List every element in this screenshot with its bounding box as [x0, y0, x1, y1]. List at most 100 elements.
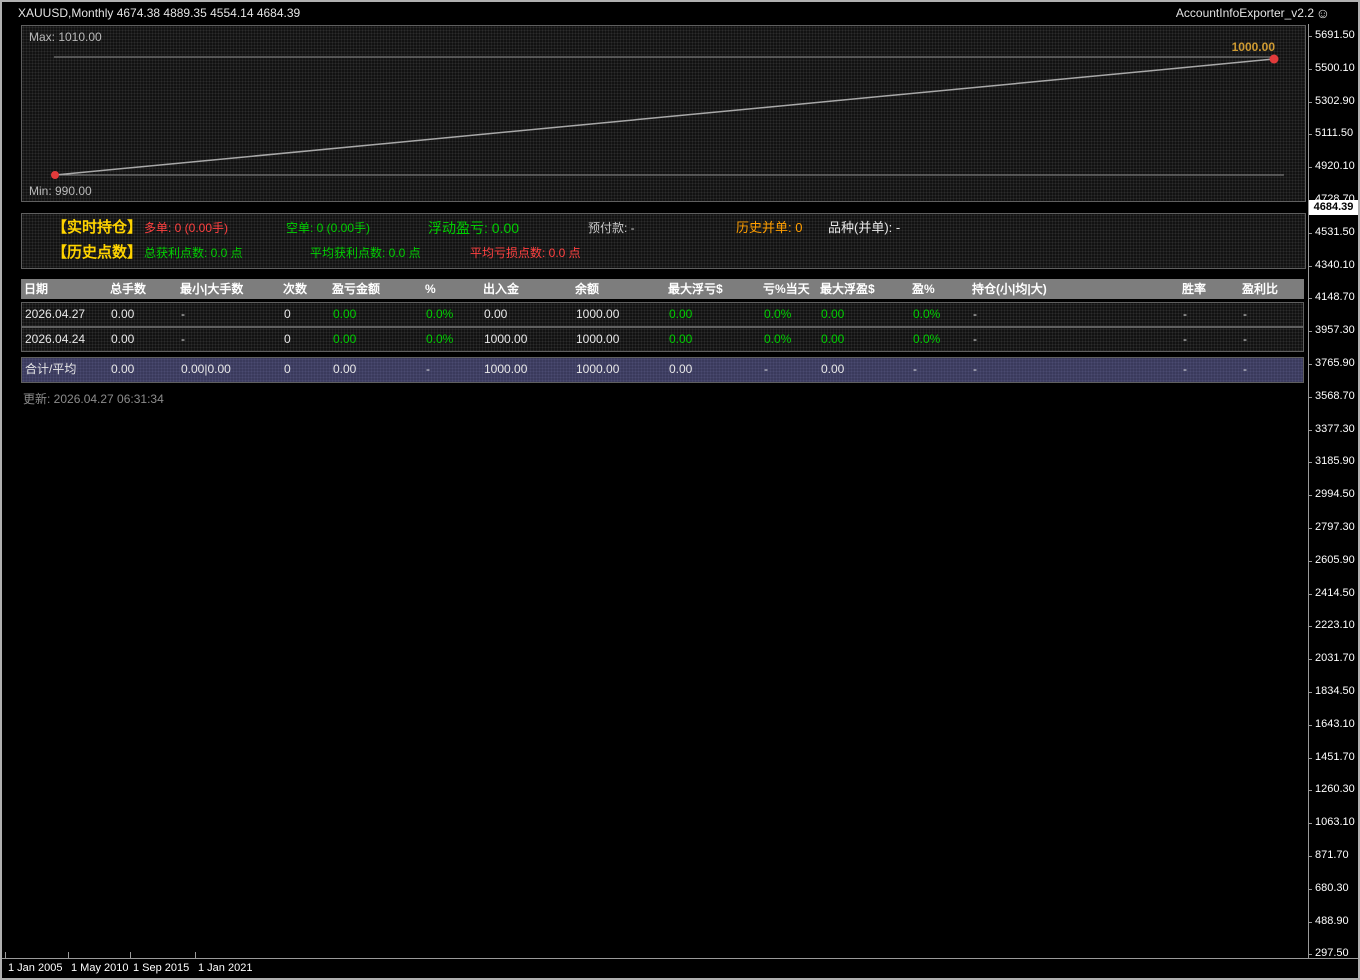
- price-axis-tick: [1308, 298, 1312, 299]
- row1-pnl-pct: 0.0%: [426, 303, 484, 326]
- total-win-rate: -: [1183, 358, 1243, 382]
- total-balance: 1000.00: [576, 358, 669, 382]
- row1-max-float-profit: 0.00: [821, 303, 913, 326]
- price-axis-tick: [1308, 364, 1312, 365]
- price-axis-tick: [1308, 69, 1312, 70]
- price-axis-tick: [1308, 36, 1312, 37]
- price-axis-tick: [1308, 102, 1312, 103]
- total-count: 0: [284, 358, 333, 382]
- header-count: 次数: [283, 279, 332, 299]
- price-axis-tick: [1308, 856, 1312, 857]
- header-pnl-amount: 盈亏金额: [332, 279, 425, 299]
- price-axis-tick: [1308, 594, 1312, 595]
- price-axis-label: 5111.50: [1315, 127, 1353, 140]
- row1-win-rate: -: [1183, 303, 1243, 326]
- account-info-panel: 【实时持仓】多单: 0 (0.00手)空单: 0 (0.00手)浮动盈亏: 0.…: [21, 213, 1306, 269]
- row1-pnl-amount: 0.00: [333, 303, 426, 326]
- price-axis-label: 680.30: [1315, 882, 1349, 895]
- price-axis-tick: [1308, 233, 1312, 234]
- price-axis-label: 2031.70: [1315, 652, 1355, 665]
- total-total-lots: 0.00: [111, 358, 181, 382]
- price-axis-tick: [1308, 922, 1312, 923]
- price-axis-label: 5302.90: [1315, 95, 1355, 108]
- header-profit-pct: 盈%: [912, 279, 972, 299]
- smiley-icon: ☺: [1316, 5, 1330, 21]
- time-axis-label: 1 Sep 2015: [133, 962, 189, 974]
- time-axis-label: 1 Jan 2021: [198, 962, 252, 974]
- price-axis-tick: [1308, 430, 1312, 431]
- price-axis-tick: [1308, 528, 1312, 529]
- update-timestamp: 更新: 2026.04.27 06:31:34: [23, 390, 164, 407]
- title-bar: XAUUSD,Monthly 4674.38 4889.35 4554.14 4…: [2, 2, 1358, 24]
- row2-max-float-loss: 0.00: [669, 328, 764, 351]
- price-axis-label: 1834.50: [1315, 685, 1355, 698]
- row1-profit-ratio: -: [1243, 303, 1303, 326]
- history-points-label: 【历史点数】: [52, 241, 142, 265]
- floating-pnl-value: 浮动盈亏: 0.00: [428, 216, 519, 240]
- price-axis-label: 1451.70: [1315, 751, 1355, 764]
- price-axis-label: 2797.30: [1315, 521, 1355, 534]
- row2-pnl-pct: 0.0%: [426, 328, 484, 351]
- header-max-float-profit: 最大浮盈$: [820, 279, 912, 299]
- row2-max-float-profit: 0.00: [821, 328, 913, 351]
- price-axis-label: 2223.10: [1315, 619, 1355, 632]
- header-profit-ratio: 盈利比: [1242, 279, 1302, 299]
- row1-date: 2026.04.27: [25, 303, 111, 326]
- price-axis-label: 4148.70: [1315, 291, 1355, 304]
- price-axis-label: 2994.50: [1315, 488, 1355, 501]
- row2-date: 2026.04.24: [25, 328, 111, 351]
- total-max-float-loss: 0.00: [669, 358, 764, 382]
- header-max-float-loss: 最大浮亏$: [668, 279, 763, 299]
- price-axis-tick: [1308, 266, 1312, 267]
- header-position: 持仓(小|均|大): [972, 279, 1182, 299]
- row2-total-lots: 0.00: [111, 328, 181, 351]
- header-total-lots: 总手数: [110, 279, 180, 299]
- total-position: -: [973, 358, 1183, 382]
- price-axis-tick: [1308, 331, 1312, 332]
- total-pnl-pct: -: [426, 358, 484, 382]
- price-axis-label: 871.70: [1315, 849, 1349, 862]
- time-axis-tick: [5, 952, 6, 958]
- price-axis-label: 297.50: [1315, 947, 1349, 960]
- price-axis-label: 2414.50: [1315, 587, 1355, 600]
- price-axis-label: 1063.10: [1315, 816, 1355, 829]
- header-win-rate: 胜率: [1182, 279, 1242, 299]
- row2-count: 0: [284, 328, 333, 351]
- row2-pnl-amount: 0.00: [333, 328, 426, 351]
- price-axis-tick: [1308, 495, 1312, 496]
- equity-chart-panel[interactable]: Max: 1010.00 Min: 990.00 1000.00: [21, 25, 1306, 202]
- row1-max-float-loss: 0.00: [669, 303, 764, 326]
- header-pnl-pct: %: [425, 279, 483, 299]
- row1-loss-pct-day: 0.0%: [764, 303, 821, 326]
- row2-loss-pct-day: 0.0%: [764, 328, 821, 351]
- row1-min-max-lots: -: [181, 303, 284, 326]
- price-axis-label: 3765.90: [1315, 357, 1355, 370]
- price-axis-label: 5500.10: [1315, 62, 1355, 75]
- time-axis-tick: [130, 952, 131, 958]
- row2-win-rate: -: [1183, 328, 1243, 351]
- price-axis-tick: [1308, 692, 1312, 693]
- price-axis-tick: [1308, 889, 1312, 890]
- total-profit-pct: -: [913, 358, 973, 382]
- header-balance: 余额: [575, 279, 668, 299]
- long-orders-value: 多单: 0 (0.00手): [144, 216, 228, 240]
- row2-profit-pct: 0.0%: [913, 328, 973, 351]
- total-loss-pct-day: -: [764, 358, 821, 382]
- price-axis-label: 4340.10: [1315, 259, 1355, 272]
- price-axis-label: 2605.90: [1315, 554, 1355, 567]
- header-deposit-withdraw: 出入金: [483, 279, 575, 299]
- row1-profit-pct: 0.0%: [913, 303, 973, 326]
- price-axis-label: 3568.70: [1315, 390, 1355, 403]
- header-loss-pct-day: 亏%当天: [763, 279, 820, 299]
- total-min-max-lots: 0.00|0.00: [181, 358, 284, 382]
- avg-loss-points-value: 平均亏损点数: 0.0 点: [470, 241, 581, 265]
- table-row-total: 合计/平均0.000.00|0.0000.00-1000.001000.000.…: [21, 357, 1304, 383]
- history-points-row: 【历史点数】总获利点数: 0.0 点平均获利点数: 0.0 点平均亏损点数: 0…: [22, 241, 1305, 265]
- price-axis-label: 3377.30: [1315, 423, 1355, 436]
- price-axis-tick: [1308, 823, 1312, 824]
- realtime-position-label: 【实时持仓】: [52, 216, 142, 240]
- mt4-chart-window: XAUUSD,Monthly 4674.38 4889.35 4554.14 4…: [0, 0, 1360, 980]
- row1-count: 0: [284, 303, 333, 326]
- chart-symbol-title: XAUUSD,Monthly 4674.38 4889.35 4554.14 4…: [18, 6, 300, 20]
- avg-profit-points-value: 平均获利点数: 0.0 点: [310, 241, 421, 265]
